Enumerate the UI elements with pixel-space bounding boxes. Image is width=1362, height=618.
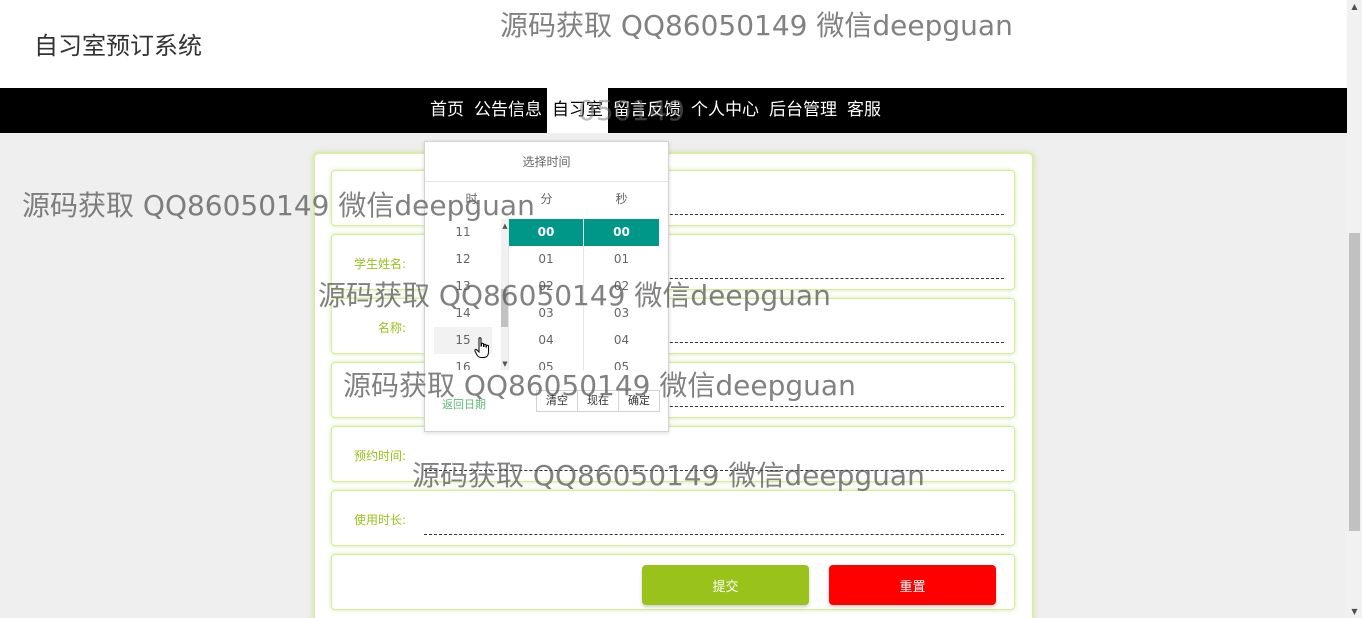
time-picker-buttons: 清空 现在 确定 — [536, 390, 660, 412]
form-actions-row: 提交 重置 — [331, 554, 1015, 610]
second-option[interactable]: 03 — [584, 300, 659, 327]
hour-option[interactable]: 12 — [434, 246, 492, 273]
nav-item-home[interactable]: 首页 — [425, 88, 469, 133]
nav-items: 首页 公告信息 自习室 留言反馈 个人中心 后台管理 客服 — [425, 88, 886, 133]
second-option[interactable]: 05 — [584, 354, 659, 370]
confirm-button[interactable]: 确定 — [618, 390, 660, 412]
hand-pointer-icon — [474, 337, 490, 363]
minute-option-selected[interactable]: 00 — [509, 219, 583, 246]
second-list[interactable]: 00 01 02 03 04 05 — [584, 219, 659, 370]
minute-option[interactable]: 02 — [509, 273, 583, 300]
nav-item-feedback[interactable]: 留言反馈 — [608, 88, 686, 133]
form-row-reservation-time: 预约时间: — [331, 426, 1015, 482]
back-to-date-link[interactable]: 返回日期 — [442, 396, 486, 412]
second-option[interactable]: 01 — [584, 246, 659, 273]
nav-item-admin[interactable]: 后台管理 — [764, 88, 842, 133]
duration-input[interactable] — [424, 511, 1004, 535]
triangle-down-icon[interactable]: ▼ — [501, 360, 508, 368]
clear-button[interactable]: 清空 — [536, 390, 578, 412]
main-nav: 首页 公告信息 自习室 留言反馈 个人中心 后台管理 客服 — [0, 88, 1347, 133]
time-picker-title: 选择时间 — [425, 142, 668, 182]
form-row-duration: 使用时长: — [331, 490, 1015, 546]
submit-button[interactable]: 提交 — [642, 565, 809, 605]
second-column-header: 秒 — [615, 192, 628, 206]
hour-list[interactable]: 11 12 13 14 15 16 ▲ ▼ — [434, 219, 509, 370]
minute-list[interactable]: 00 01 02 03 04 05 — [509, 219, 584, 370]
duration-label: 使用时长: — [353, 513, 406, 527]
now-button[interactable]: 现在 — [577, 390, 619, 412]
page-scrollbar-thumb[interactable] — [1349, 233, 1360, 531]
second-option[interactable]: 04 — [584, 327, 659, 354]
second-option-selected[interactable]: 00 — [584, 219, 659, 246]
student-name-label: 学生姓名: — [353, 257, 406, 271]
minute-option[interactable]: 05 — [509, 354, 583, 370]
reservation-time-input[interactable] — [424, 447, 1004, 471]
second-option[interactable]: 02 — [584, 273, 659, 300]
nav-item-announcements[interactable]: 公告信息 — [469, 88, 547, 133]
triangle-down-icon[interactable]: ▼ — [1347, 607, 1362, 616]
time-picker-headers: 时 分 秒 — [434, 190, 660, 210]
triangle-up-icon[interactable]: ▲ — [501, 222, 508, 230]
site-title: 自习室预订系统 — [34, 32, 202, 60]
minute-column-header: 分 — [540, 192, 553, 206]
nav-item-customer-service[interactable]: 客服 — [842, 88, 886, 133]
hour-option[interactable]: 13 — [434, 273, 492, 300]
top-header: 自习室预订系统 — [0, 0, 1347, 88]
reset-button[interactable]: 重置 — [829, 565, 996, 605]
time-picker-popup: 选择时间 时 分 秒 11 12 13 14 15 16 ▲ ▼ 00 01 0… — [424, 141, 669, 432]
hour-scrollbar-thumb[interactable] — [501, 289, 508, 327]
page-scrollbar[interactable]: ▲ ▼ — [1347, 0, 1362, 618]
minute-option[interactable]: 04 — [509, 327, 583, 354]
triangle-up-icon[interactable]: ▲ — [1347, 2, 1362, 11]
hour-column-header: 时 — [465, 192, 478, 206]
hour-option[interactable]: 14 — [434, 300, 492, 327]
nav-item-personal-center[interactable]: 个人中心 — [686, 88, 764, 133]
hour-scrollbar[interactable]: ▲ ▼ — [501, 219, 508, 370]
time-picker-footer: 返回日期 清空 现在 确定 — [425, 381, 668, 431]
nav-item-study-room[interactable]: 自习室 — [547, 88, 608, 133]
room-name-label: 名称: — [377, 321, 406, 335]
reservation-time-label: 预约时间: — [353, 449, 406, 463]
minute-option[interactable]: 01 — [509, 246, 583, 273]
hour-option[interactable]: 11 — [434, 219, 492, 246]
minute-option[interactable]: 03 — [509, 300, 583, 327]
